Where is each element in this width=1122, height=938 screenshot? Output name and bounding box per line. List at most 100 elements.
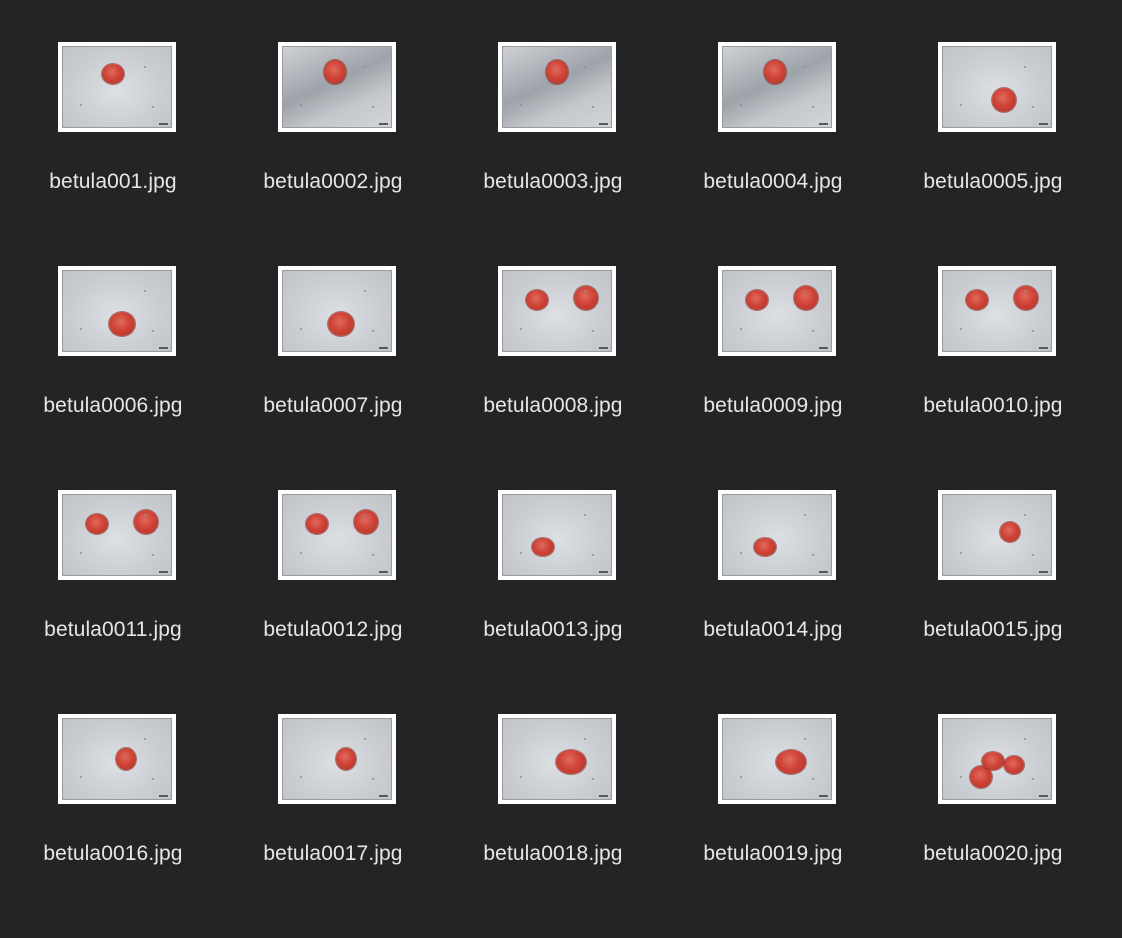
image-thumbnail[interactable]: [938, 490, 1056, 580]
file-item[interactable]: betula0004.jpg: [663, 42, 883, 266]
debris-speck: [80, 328, 82, 330]
debris-speck: [520, 776, 522, 778]
image-thumbnail[interactable]: [58, 266, 176, 356]
image-thumbnail[interactable]: [58, 42, 176, 132]
debris-speck: [364, 738, 366, 740]
debris-speck: [740, 776, 742, 778]
image-thumbnail[interactable]: [278, 42, 396, 132]
pollen-grain: [764, 60, 786, 84]
scale-bar: [599, 571, 608, 573]
scale-bar: [159, 795, 168, 797]
image-thumbnail[interactable]: [58, 714, 176, 804]
pollen-grain: [1004, 756, 1024, 774]
file-item[interactable]: betula0019.jpg: [663, 714, 883, 938]
file-item[interactable]: betula0011.jpg: [3, 490, 223, 714]
scale-bar: [819, 795, 828, 797]
file-name-label: betula0008.jpg: [483, 394, 623, 417]
pollen-grain: [776, 750, 806, 774]
file-name-label: betula0010.jpg: [923, 394, 1063, 417]
debris-speck: [812, 554, 814, 556]
debris-speck: [520, 328, 522, 330]
debris-speck: [960, 776, 962, 778]
scale-bar: [599, 123, 608, 125]
debris-speck: [80, 776, 82, 778]
debris-speck: [584, 738, 586, 740]
pollen-grain: [746, 290, 768, 310]
pollen-grain: [982, 752, 1004, 770]
scale-bar: [379, 795, 388, 797]
image-thumbnail[interactable]: [938, 42, 1056, 132]
file-name-label: betula0020.jpg: [923, 842, 1063, 865]
file-item[interactable]: betula0003.jpg: [443, 42, 663, 266]
debris-speck: [960, 328, 962, 330]
file-name-label: betula001.jpg: [49, 170, 177, 193]
debris-speck: [1024, 514, 1026, 516]
scale-bar: [819, 123, 828, 125]
image-thumbnail[interactable]: [278, 714, 396, 804]
scale-bar: [819, 347, 828, 349]
pollen-grain: [109, 312, 135, 336]
pollen-grain: [794, 286, 818, 310]
debris-speck: [152, 330, 154, 332]
image-thumbnail[interactable]: [718, 714, 836, 804]
file-item[interactable]: betula0010.jpg: [883, 266, 1103, 490]
file-item[interactable]: betula0013.jpg: [443, 490, 663, 714]
file-name-label: betula0002.jpg: [263, 170, 403, 193]
debris-speck: [592, 778, 594, 780]
image-thumbnail[interactable]: [718, 490, 836, 580]
file-name-label: betula0016.jpg: [43, 842, 183, 865]
file-name-label: betula0009.jpg: [703, 394, 843, 417]
debris-speck: [740, 328, 742, 330]
debris-speck: [144, 66, 146, 68]
file-item[interactable]: betula0015.jpg: [883, 490, 1103, 714]
file-item[interactable]: betula0008.jpg: [443, 266, 663, 490]
debris-speck: [1024, 738, 1026, 740]
debris-speck: [152, 778, 154, 780]
debris-speck: [592, 330, 594, 332]
file-item[interactable]: betula0016.jpg: [3, 714, 223, 938]
image-thumbnail[interactable]: [498, 266, 616, 356]
scale-bar: [599, 347, 608, 349]
pollen-grain: [134, 510, 158, 534]
pollen-grain: [86, 514, 108, 534]
file-item[interactable]: betula0017.jpg: [223, 714, 443, 938]
debris-speck: [740, 552, 742, 554]
image-thumbnail[interactable]: [498, 714, 616, 804]
file-item[interactable]: betula0012.jpg: [223, 490, 443, 714]
pollen-grain: [1014, 286, 1038, 310]
image-thumbnail[interactable]: [938, 714, 1056, 804]
file-name-label: betula0017.jpg: [263, 842, 403, 865]
image-thumbnail[interactable]: [498, 490, 616, 580]
scale-bar: [159, 347, 168, 349]
image-thumbnail[interactable]: [498, 42, 616, 132]
file-item[interactable]: betula0018.jpg: [443, 714, 663, 938]
debris-speck: [372, 554, 374, 556]
image-thumbnail[interactable]: [938, 266, 1056, 356]
debris-speck: [1024, 290, 1026, 292]
debris-speck: [372, 330, 374, 332]
image-thumbnail[interactable]: [718, 42, 836, 132]
file-item[interactable]: betula0002.jpg: [223, 42, 443, 266]
debris-speck: [300, 776, 302, 778]
scale-bar: [379, 347, 388, 349]
pollen-grain: [354, 510, 378, 534]
file-item[interactable]: betula0020.jpg: [883, 714, 1103, 938]
file-item[interactable]: betula0007.jpg: [223, 266, 443, 490]
debris-speck: [372, 778, 374, 780]
file-item[interactable]: betula0014.jpg: [663, 490, 883, 714]
file-item[interactable]: betula001.jpg: [3, 42, 223, 266]
image-thumbnail[interactable]: [718, 266, 836, 356]
file-item[interactable]: betula0006.jpg: [3, 266, 223, 490]
debris-speck: [80, 552, 82, 554]
debris-speck: [584, 66, 586, 68]
image-thumbnail[interactable]: [58, 490, 176, 580]
pollen-grain: [102, 64, 124, 84]
file-item[interactable]: betula0005.jpg: [883, 42, 1103, 266]
file-name-label: betula0007.jpg: [263, 394, 403, 417]
image-thumbnail[interactable]: [278, 490, 396, 580]
image-thumbnail[interactable]: [278, 266, 396, 356]
file-item[interactable]: betula0009.jpg: [663, 266, 883, 490]
file-name-label: betula0005.jpg: [923, 170, 1063, 193]
debris-speck: [1024, 66, 1026, 68]
debris-speck: [300, 328, 302, 330]
